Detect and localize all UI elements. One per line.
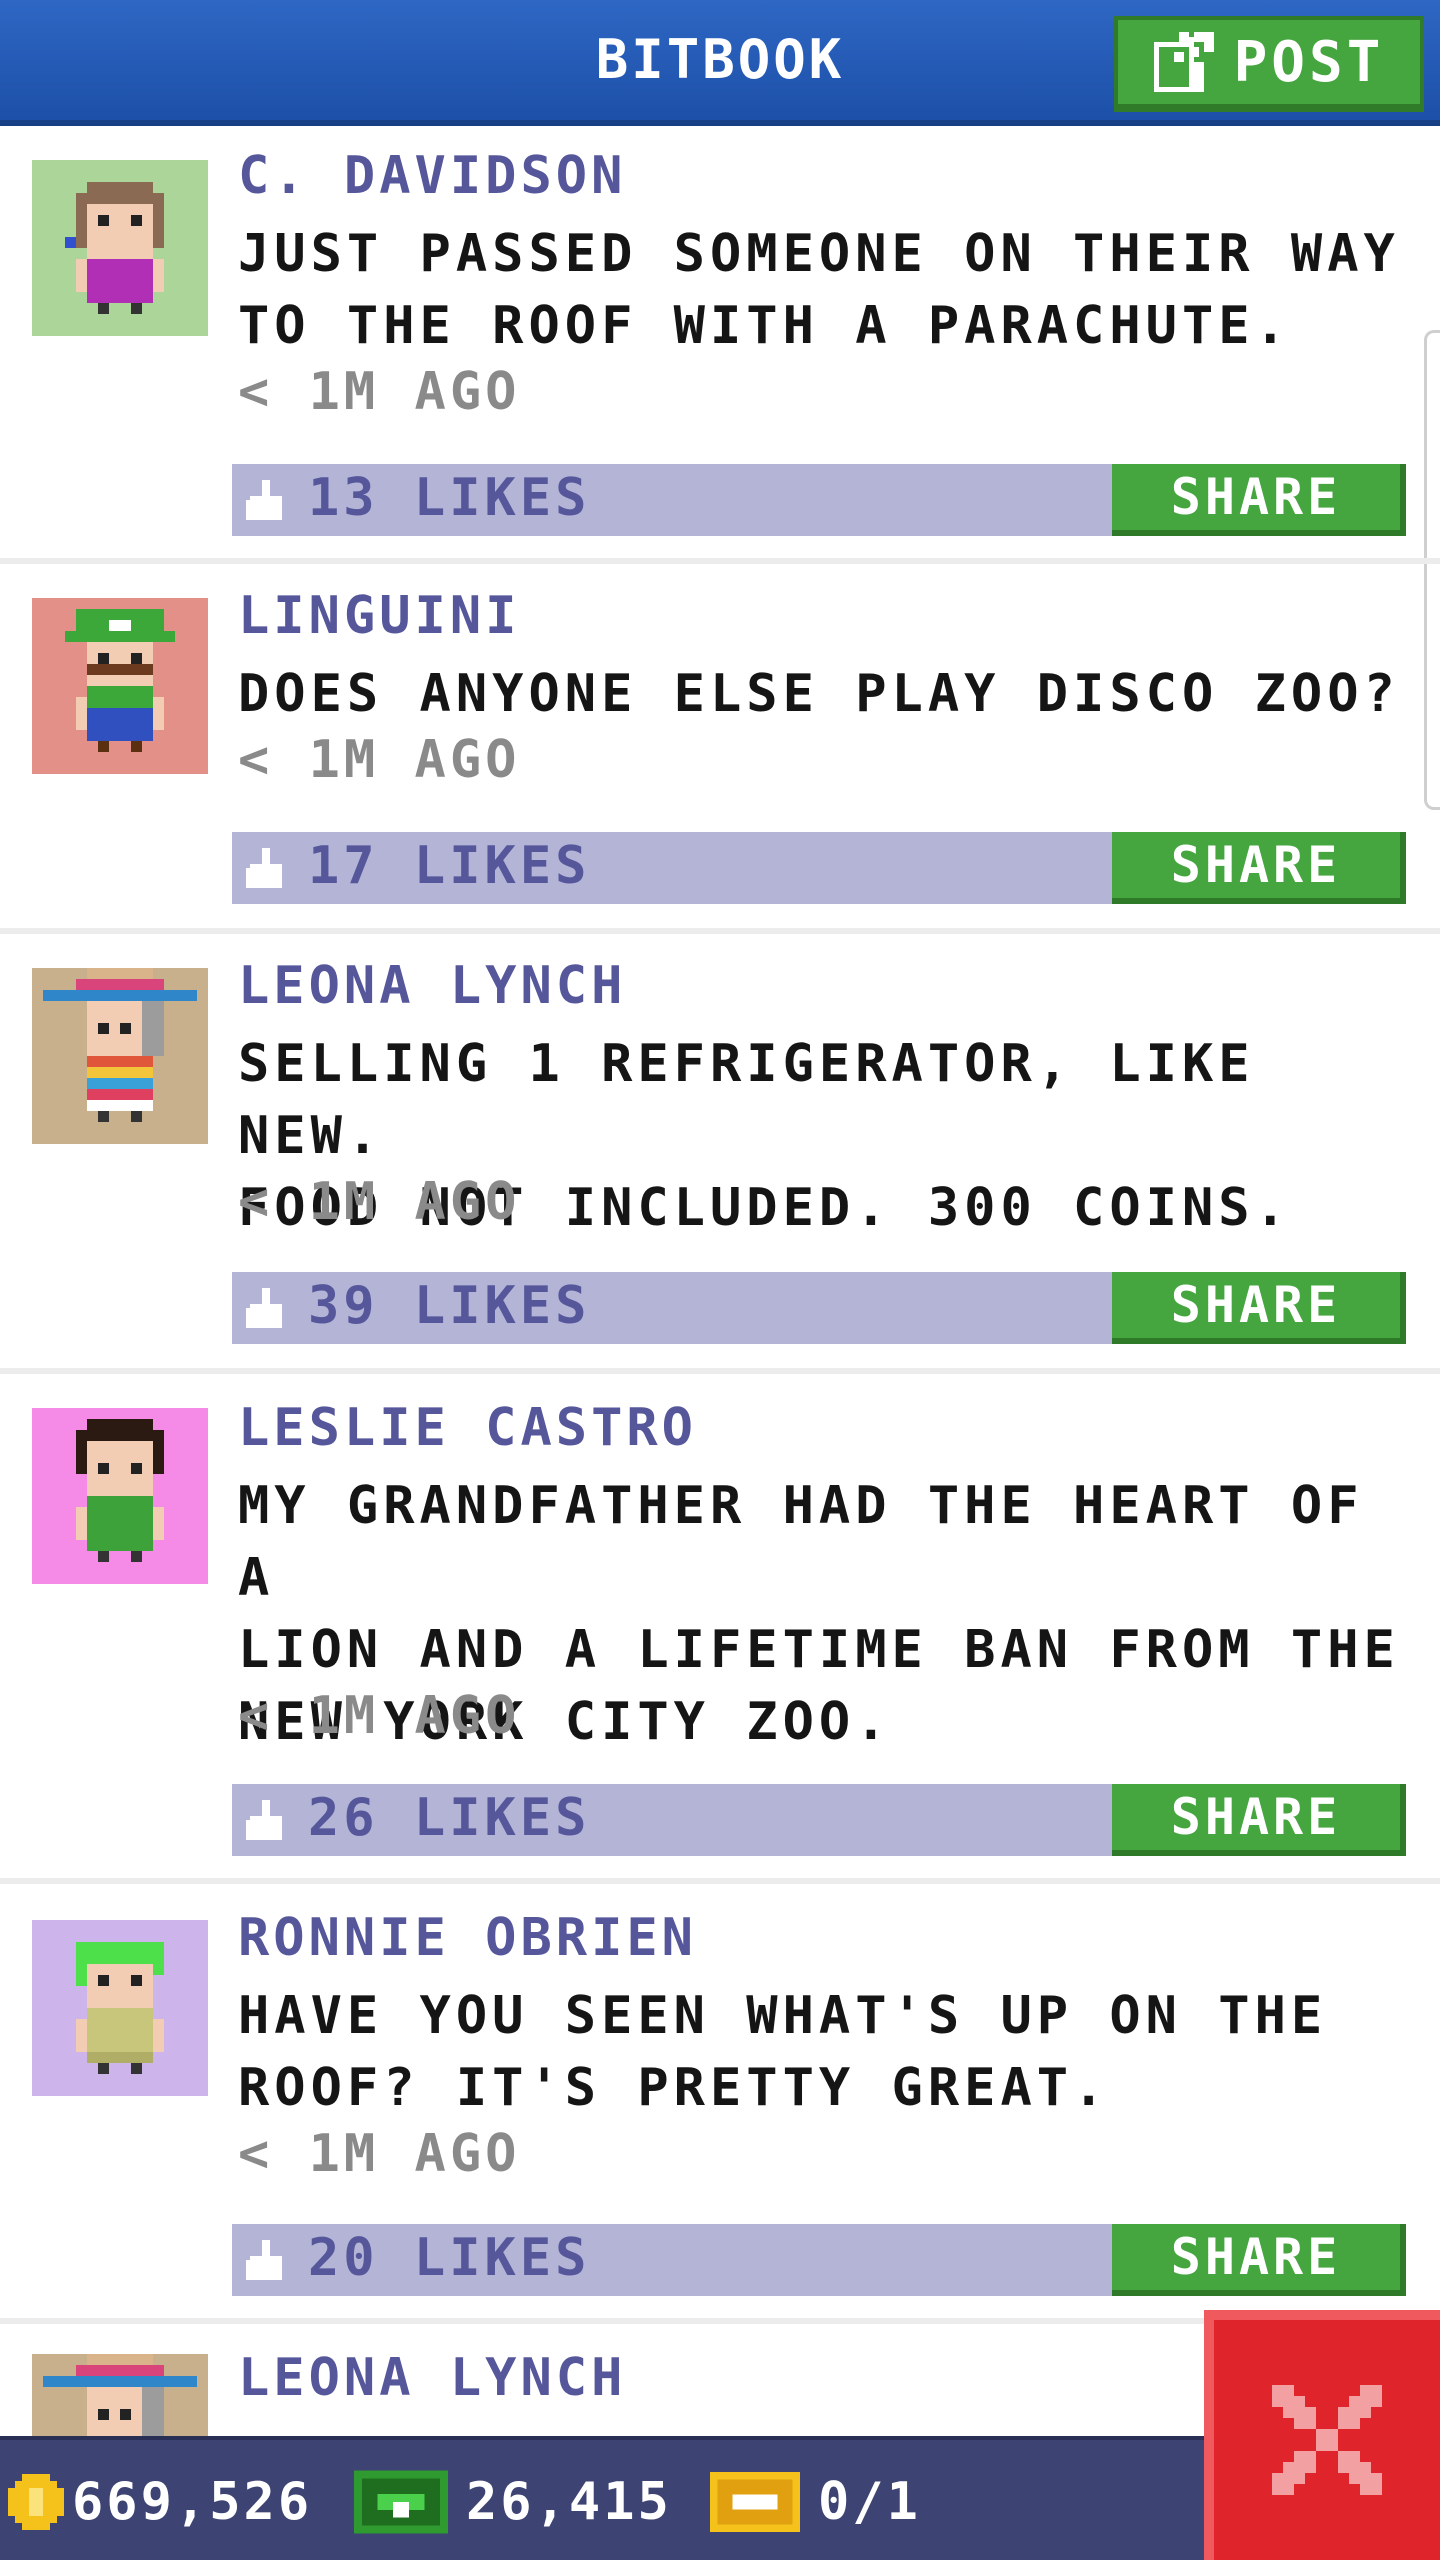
avatar[interactable] xyxy=(32,160,208,336)
likes-count: 17 LIKES xyxy=(308,836,591,896)
post-time: < 1M AGO xyxy=(238,730,521,790)
post-button[interactable]: POST xyxy=(1114,16,1424,112)
avatar[interactable] xyxy=(32,598,208,774)
post-time: < 1M AGO xyxy=(238,2124,521,2184)
post-item: LINGUINI DOES ANYONE ELSE PLAY DISCO ZOO… xyxy=(0,564,1440,934)
bux-icon xyxy=(354,2470,448,2534)
avatar[interactable] xyxy=(32,1920,208,2096)
likes-bar: 17 LIKES SHARE xyxy=(232,832,1406,904)
share-button[interactable]: SHARE xyxy=(1112,464,1406,536)
share-button[interactable]: SHARE xyxy=(1112,832,1406,904)
post-text: JUST PASSED SOMEONE ON THEIR WAY TO THE … xyxy=(238,224,1400,356)
post-time: < 1M AGO xyxy=(238,1686,521,1746)
thumbs-up-icon[interactable] xyxy=(246,1800,286,1844)
close-x-icon xyxy=(1272,2385,1382,2495)
likes-bar: 39 LIKES SHARE xyxy=(232,1272,1406,1344)
thumbs-up-icon[interactable] xyxy=(246,1288,286,1332)
post-author[interactable]: LEONA LYNCH xyxy=(238,2348,626,2408)
post-button-label: POST xyxy=(1233,29,1385,95)
likes-bar: 13 LIKES SHARE xyxy=(232,464,1406,536)
post-text: DOES ANYONE ELSE PLAY DISCO ZOO? xyxy=(238,664,1400,724)
avatar[interactable] xyxy=(32,968,208,1144)
tickets-count: 0/1 xyxy=(818,2472,921,2532)
likes-count: 39 LIKES xyxy=(308,1276,591,1336)
post-time: < 1M AGO xyxy=(238,1172,521,1232)
share-button[interactable]: SHARE xyxy=(1112,2224,1406,2296)
avatar[interactable] xyxy=(32,2354,208,2436)
post-item: LESLIE CASTRO MY GRANDFATHER HAD THE HEA… xyxy=(0,1374,1440,1884)
thumbs-up-icon[interactable] xyxy=(246,2240,286,2284)
tickets-display: 0/1 xyxy=(710,2440,921,2560)
likes-bar: 20 LIKES SHARE xyxy=(232,2224,1406,2296)
post-time: < 1M AGO xyxy=(238,362,521,422)
post-item: RONNIE OBRIEN HAVE YOU SEEN WHAT'S UP ON… xyxy=(0,1884,1440,2324)
bux-count: 26,415 xyxy=(466,2472,672,2532)
post-author[interactable]: LINGUINI xyxy=(238,586,520,646)
ticket-icon xyxy=(710,2472,800,2532)
thumbs-up-icon[interactable] xyxy=(246,480,286,524)
edit-icon xyxy=(1153,32,1214,92)
header-bar: BITBOOK POST xyxy=(0,0,1440,126)
post-item: C. DAVIDSON JUST PASSED SOMEONE ON THEIR… xyxy=(0,126,1440,564)
post-author[interactable]: LEONA LYNCH xyxy=(238,956,626,1016)
coins-count: 669,526 xyxy=(72,2472,313,2532)
share-button[interactable]: SHARE xyxy=(1112,1272,1406,1344)
coins-display: 669,526 xyxy=(8,2440,312,2560)
coin-icon xyxy=(8,2474,64,2530)
close-button[interactable] xyxy=(1204,2310,1440,2560)
post-item: LEONA LYNCH SELLING 1 REFRIGERATOR, LIKE… xyxy=(0,934,1440,1374)
bitbook-screen: BITBOOK POST C. DAVIDSON JUST PASSED SOM… xyxy=(0,0,1440,2560)
likes-count: 20 LIKES xyxy=(308,2228,591,2288)
avatar[interactable] xyxy=(32,1408,208,1584)
likes-count: 26 LIKES xyxy=(308,1788,591,1848)
share-button[interactable]: SHARE xyxy=(1112,1784,1406,1856)
post-author[interactable]: LESLIE CASTRO xyxy=(238,1398,697,1458)
post-author[interactable]: RONNIE OBRIEN xyxy=(238,1908,697,1968)
likes-bar: 26 LIKES SHARE xyxy=(232,1784,1406,1856)
post-text: HAVE YOU SEEN WHAT'S UP ON THE ROOF? IT'… xyxy=(238,1986,1328,2118)
post-author[interactable]: C. DAVIDSON xyxy=(238,146,626,206)
bux-display: 26,415 xyxy=(354,2440,672,2560)
thumbs-up-icon[interactable] xyxy=(246,848,286,892)
likes-count: 13 LIKES xyxy=(308,468,591,528)
